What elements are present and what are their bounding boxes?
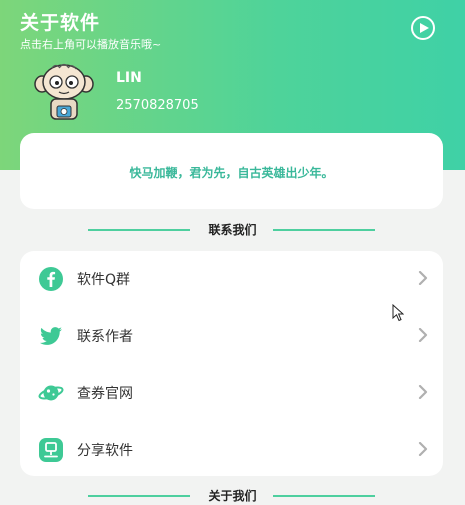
chevron-right-icon: [418, 271, 428, 285]
share-icon: [39, 438, 63, 462]
twitter-icon: [40, 327, 62, 345]
planet-icon: [38, 385, 64, 401]
menu-card: 软件Q群 联系作者 查券官网 分享软件: [20, 251, 443, 476]
menu-item-label: 查券官网: [77, 386, 133, 402]
divider-line-right: [273, 495, 375, 497]
contact-section-title: 联系我们: [208, 223, 257, 237]
user-id: 2570828705: [116, 98, 199, 113]
page-subtitle: 点击右上角可以播放音乐哦~: [20, 38, 162, 51]
chevron-right-icon: [418, 328, 428, 342]
page-title: 关于软件: [20, 12, 101, 34]
about-section-title: 关于我们: [208, 489, 257, 503]
play-icon: [420, 23, 429, 33]
menu-item-label: 联系作者: [77, 329, 133, 345]
menu-item-share-app[interactable]: 分享软件: [20, 422, 443, 478]
chevron-right-icon: [418, 442, 428, 456]
menu-item-label: 软件Q群: [77, 272, 131, 288]
divider-line-right: [273, 229, 375, 231]
menu-item-coupon-site[interactable]: 查券官网: [20, 365, 443, 421]
menu-item-qq-group[interactable]: 软件Q群: [20, 251, 443, 307]
user-name: LIN: [116, 70, 142, 86]
about-section-divider: 关于我们: [0, 487, 465, 505]
menu-item-label: 分享软件: [77, 443, 133, 459]
chevron-right-icon: [418, 385, 428, 399]
facebook-icon: [39, 267, 63, 291]
play-music-button[interactable]: [411, 16, 435, 40]
avatar: [34, 63, 94, 120]
menu-item-contact-author[interactable]: 联系作者: [20, 308, 443, 364]
mouse-cursor-icon: [392, 304, 404, 322]
quote-text: 快马加鞭，君为先，自古英雄出少年。: [129, 166, 334, 180]
quote-card: 快马加鞭，君为先，自古英雄出少年。: [20, 133, 443, 209]
contact-section-divider: 联系我们: [0, 221, 465, 239]
